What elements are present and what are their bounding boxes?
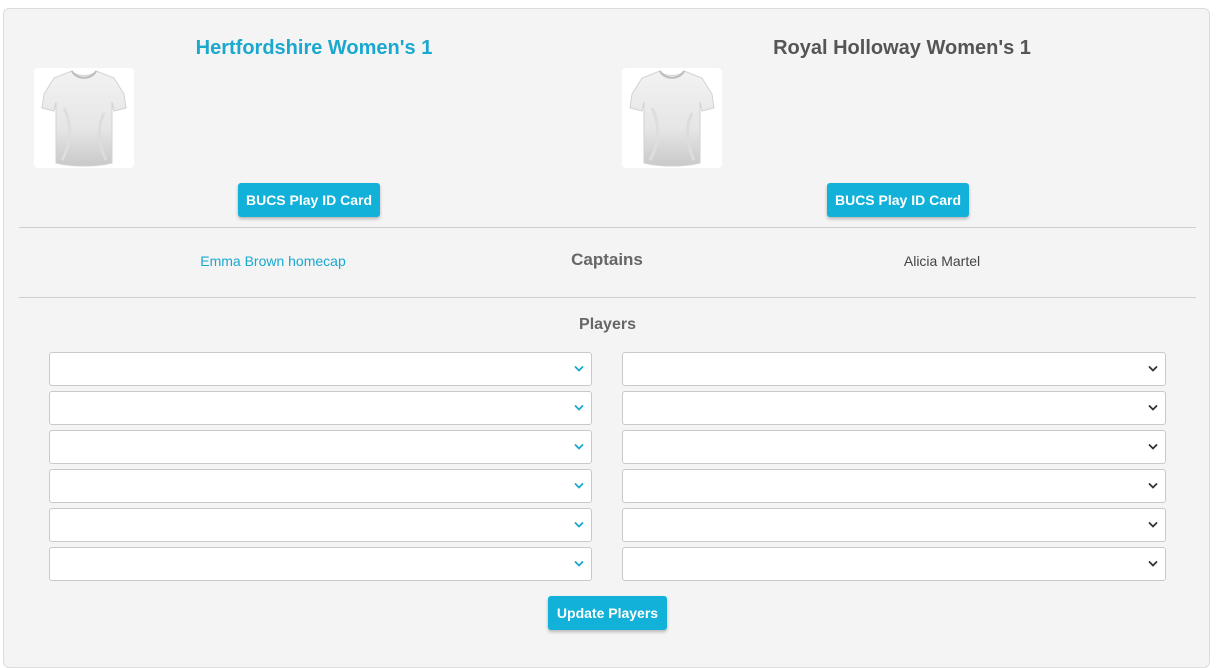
away-player-select[interactable] [622,469,1166,503]
chevron-down-icon [574,561,584,567]
away-player-select[interactable] [622,430,1166,464]
chevron-down-icon [574,522,584,528]
divider [19,227,1196,228]
players-heading: Players [579,316,636,333]
home-player-select[interactable] [49,547,592,581]
home-team-name: Hertfordshire Women's 1 [195,37,433,59]
chevron-down-icon [574,444,584,450]
away-id-card-button[interactable]: BUCS Play ID Card [827,183,969,217]
home-player-select[interactable] [49,508,592,542]
home-id-card-button[interactable]: BUCS Play ID Card [238,183,380,217]
captains-heading: Captains [571,250,643,269]
away-player-selects [622,352,1166,586]
home-captain-link[interactable]: Emma Brown homecap [19,253,527,269]
away-player-select[interactable] [622,391,1166,425]
chevron-down-icon [574,366,584,372]
home-team: Hertfordshire Women's 1 BUCS Play ID Car… [19,9,609,224]
chevron-down-icon [574,405,584,411]
chevron-down-icon [1148,561,1158,567]
chevron-down-icon [574,483,584,489]
away-player-select[interactable] [622,547,1166,581]
away-player-select[interactable] [622,352,1166,386]
chevron-down-icon [1148,522,1158,528]
home-player-select[interactable] [49,391,592,425]
fixture-panel: Hertfordshire Women's 1 BUCS Play ID Car… [3,8,1210,668]
away-team: Royal Holloway Women's 1 BUCS Play ID Ca… [607,9,1197,224]
chevron-down-icon [1148,483,1158,489]
chevron-down-icon [1148,444,1158,450]
away-kit-tshirt-icon [622,68,722,168]
chevron-down-icon [1148,366,1158,372]
home-kit-tshirt-icon [34,68,134,168]
home-player-select[interactable] [49,469,592,503]
away-team-name: Royal Holloway Women's 1 [773,37,1031,59]
away-captain: Alicia Martel [903,253,981,269]
away-player-select[interactable] [622,508,1166,542]
divider [19,297,1196,298]
home-player-select[interactable] [49,352,592,386]
update-players-button[interactable]: Update Players [548,596,667,630]
home-player-select[interactable] [49,430,592,464]
home-player-selects [49,352,592,586]
chevron-down-icon [1148,405,1158,411]
